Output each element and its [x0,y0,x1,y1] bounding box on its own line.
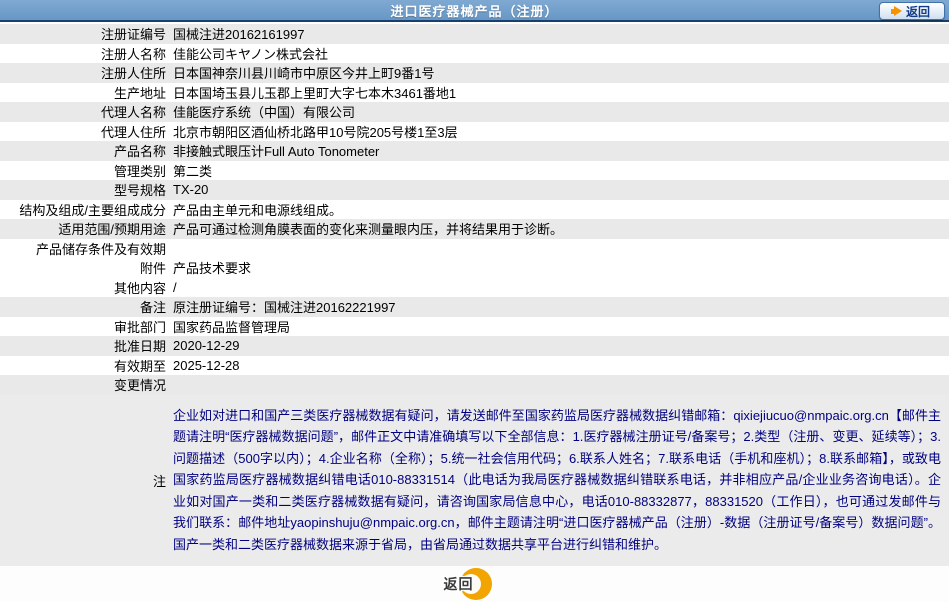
table-row: 变更情况 [0,375,949,395]
note-label: 注 [152,473,166,489]
field-value: 北京市朝阳区酒仙桥北路甲10号院205号楼1至3层 [173,124,458,140]
table-row: 注册人名称 佳能公司キヤノン株式会社 [0,43,949,63]
field-label: 其他内容 [113,280,166,296]
field-value: 2025-12-28 [173,357,240,373]
back-button-label: 返回 [443,575,474,592]
back-button-label: 返回 [905,4,930,19]
table-row: 注册人住所 日本国神奈川县川崎市中原区今井上町9番1号 [0,63,949,83]
field-value: 2020-12-29 [173,338,240,354]
field-label: 代理人名称 [100,105,166,121]
field-label: 变更情况 [113,378,166,394]
table-row: 附件 产品技术要求 [0,258,949,278]
field-label: 型号规格 [113,183,166,199]
field-value: 佳能公司キヤノン株式会社 [173,46,328,62]
field-value: 佳能医疗系统（中国）有限公司 [173,105,356,121]
field-value: 产品由主单元和电源线组成。 [173,202,343,218]
field-value: 国家药品监督管理局 [173,319,291,335]
table-row: 型号规格 TX-20 [0,180,949,200]
table-row: 管理类别 第二类 [0,160,949,180]
field-label: 注册人住所 [100,66,166,82]
table-row: 代理人名称 佳能医疗系统（中国）有限公司 [0,102,949,122]
detail-table: 注册证编号 国械注进20162161997 注册人名称 佳能公司キヤノン株式会社 注册人… [0,24,949,395]
page-title: 进口医疗器械产品（注册） [390,3,559,19]
page-header: 进口医疗器械产品（注册） 返回 [0,0,949,22]
field-label: 注册人名称 [100,46,166,62]
back-button-bottom[interactable]: 返回 [443,567,492,600]
table-row: 审批部门 国家药品监督管理局 [0,316,949,336]
note-text: 企业如对进口和国产三类医疗器械数据有疑问，请发送邮件至国家药监局医疗器械数据纠错… [173,407,941,552]
field-label: 产品储存条件及有效期 [35,241,166,257]
field-value: 日本国神奈川县川崎市中原区今井上町9番1号 [173,66,435,82]
table-row: 有效期至 2025-12-28 [0,355,949,375]
field-value: / [173,279,177,295]
field-label: 生产地址 [113,85,166,101]
field-label: 备注 [139,300,166,316]
table-row: 产品储存条件及有效期 [0,238,949,258]
back-button-top[interactable]: 返回 [879,2,945,20]
field-label: 产品名称 [113,144,166,160]
field-label: 有效期至 [113,358,166,374]
field-value: 原注册证编号：国械注进20162221997 [173,300,396,316]
table-row: 注册证编号 国械注进20162161997 [0,24,949,44]
table-row: 生产地址 日本国埼玉县儿玉郡上里町大字七本木3461番地1 [0,82,949,102]
field-label: 附件 [139,261,166,277]
table-row: 批准日期 2020-12-29 [0,336,949,356]
table-row: 其他内容 / [0,277,949,297]
field-label: 代理人住所 [100,124,166,140]
table-row: 产品名称 非接触式眼压计Full Auto Tonometer [0,141,949,161]
table-row: 备注 原注册证编号：国械注进20162221997 [0,297,949,317]
field-value: 第二类 [173,163,213,179]
field-value: 国械注进20162161997 [173,27,305,43]
right-arrow-icon [890,6,902,16]
note-row: 注 企业如对进口和国产三类医疗器械数据有疑问，请发送邮件至国家药监局医疗器械数据… [0,394,949,566]
table-row: 代理人住所 北京市朝阳区酒仙桥北路甲10号院205号楼1至3层 [0,121,949,141]
table-row: 适用范围/预期用途 产品可通过检测角膜表面的变化来测量眼内压，并将结果用于诊断。 [0,219,949,239]
field-value: 产品技术要求 [173,261,252,277]
field-value: TX-20 [173,182,209,198]
field-value: 产品可通过检测角膜表面的变化来测量眼内压，并将结果用于诊断。 [173,222,564,238]
field-label: 结构及组成/主要组成成分 [19,202,166,218]
field-value: 非接触式眼压计Full Auto Tonometer [173,144,380,160]
page-footer: 返回 [0,565,949,602]
field-label: 适用范围/预期用途 [58,222,166,238]
field-label: 批准日期 [113,339,166,355]
field-label: 管理类别 [113,163,166,179]
table-row: 结构及组成/主要组成成分 产品由主单元和电源线组成。 [0,199,949,219]
field-label: 审批部门 [113,319,166,335]
field-label: 注册证编号 [100,27,166,43]
field-value: 日本国埼玉县儿玉郡上里町大字七本木3461番地1 [173,85,457,101]
